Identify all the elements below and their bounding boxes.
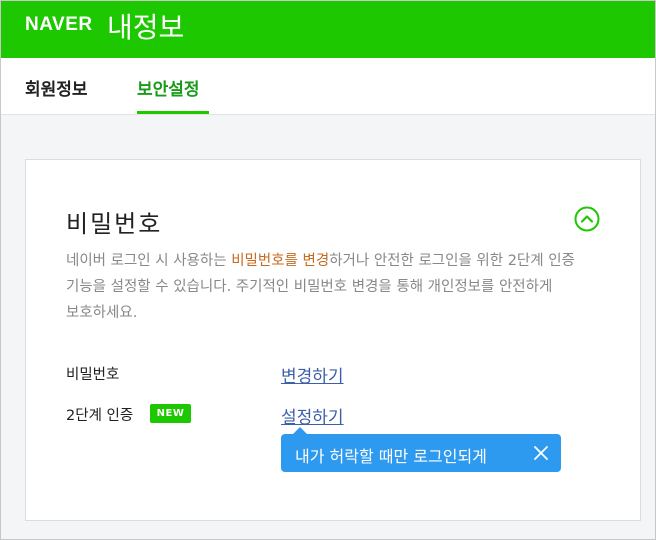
page-title[interactable]: 내정보 [107,6,184,46]
chevron-up-circle-icon[interactable] [574,206,600,232]
section-title: 비밀번호 [66,210,163,238]
header-bar: NAVER 내정보 [1,1,655,58]
password-card: 비밀번호 네이버 로그인 시 사용하는 비밀번호를 변경하거나 안전한 로그인을… [25,159,641,521]
section-description: 네이버 로그인 시 사용하는 비밀번호를 변경하거나 안전한 로그인을 위한 2… [66,248,606,326]
tab-member-info[interactable]: 회원정보 [25,75,88,100]
description-text: 네이버 로그인 시 사용하는 [66,253,232,269]
change-password-link[interactable]: 변경하기 [281,362,344,387]
setup-two-factor-link[interactable]: 설정하기 [281,403,344,428]
password-row-label: 비밀번호 [66,367,120,383]
close-icon[interactable] [533,445,549,461]
tab-security-settings[interactable]: 보안설정 [137,75,200,100]
active-tab-indicator [137,111,209,114]
tooltip-text: 내가 허락할 때만 로그인되게 [295,447,487,466]
tooltip-arrow [293,427,307,434]
naver-logo[interactable]: NAVER [25,14,93,36]
description-highlight: 비밀번호를 변경 [231,253,330,269]
two-factor-tooltip: 내가 허락할 때만 로그인되게 [281,427,561,472]
new-badge: NEW [150,404,191,423]
two-factor-row-label: 2단계 인증 [66,408,134,424]
tab-bar: 회원정보 보안설정 [1,58,655,115]
